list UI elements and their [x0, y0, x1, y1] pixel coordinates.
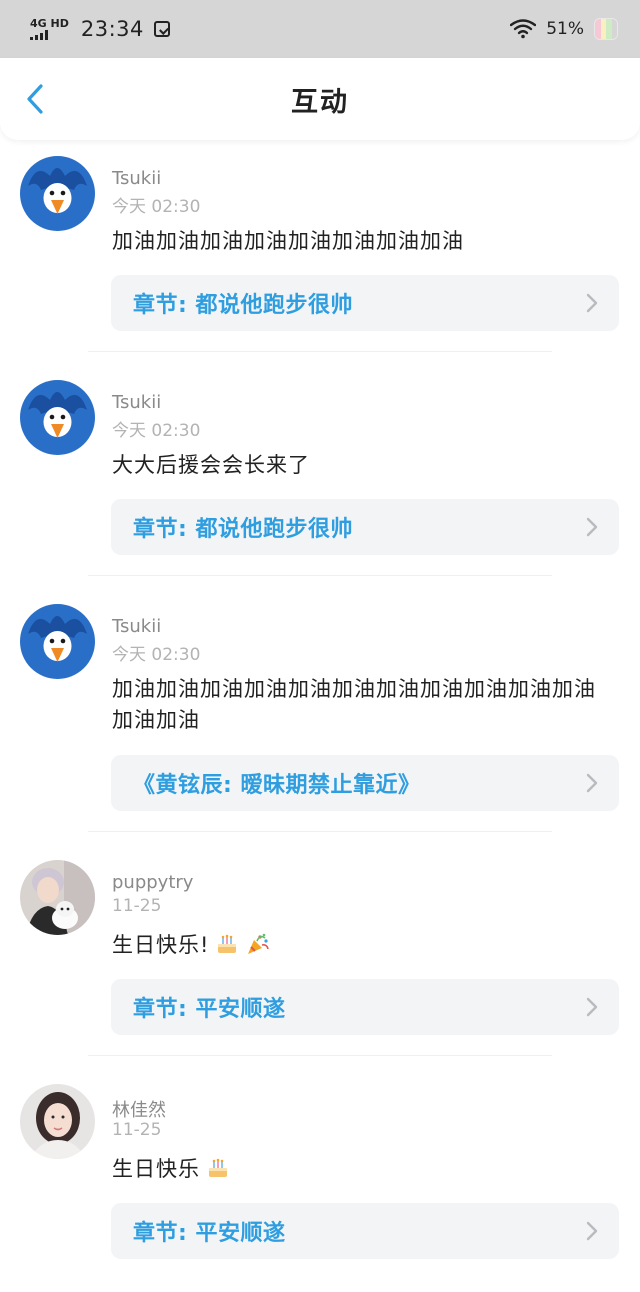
comment-text: 加油加油加油加油加油加油加油加油	[112, 229, 464, 253]
list-item: 林佳然 11-25 生日快乐 章节: 平安顺遂	[0, 1068, 640, 1292]
chevron-right-icon	[585, 996, 599, 1018]
chapter-reference-label: 章节: 都说他跑步很帅	[133, 517, 353, 542]
interaction-feed: Tsukii 今天 02:30 加油加油加油加油加油加油加油加油 章节: 都说他…	[0, 140, 640, 1292]
wifi-icon	[510, 19, 537, 39]
chapter-reference-label: 章节: 平安顺遂	[133, 997, 286, 1022]
status-bar-right: 51%	[510, 18, 618, 40]
chapter-reference-label: 章节: 平安顺遂	[133, 1221, 286, 1246]
list-item: Tsukii 今天 02:30 加油加油加油加油加油加油加油加油加油加油加油加油…	[0, 588, 640, 844]
cake-emoji	[206, 1156, 230, 1189]
battery-icon	[594, 18, 618, 40]
timestamp: 今天 02:30	[112, 645, 201, 665]
divider	[88, 575, 552, 576]
person-portrait-avatar[interactable]	[20, 1084, 95, 1159]
header: 互动	[0, 58, 640, 140]
divider	[88, 831, 552, 832]
chevron-right-icon	[585, 1220, 599, 1242]
username[interactable]: 林佳然	[112, 1096, 166, 1122]
back-chevron-icon	[27, 84, 43, 114]
timestamp: 11-25	[112, 896, 162, 916]
network-label: 4G HD	[30, 17, 69, 30]
timestamp: 11-25	[112, 1120, 162, 1140]
list-item: Tsukii 今天 02:30 加油加油加油加油加油加油加油加油 章节: 都说他…	[0, 140, 640, 364]
novel-reference-label: 《黄铉辰: 暧昧期禁止靠近》	[133, 773, 421, 798]
back-button[interactable]	[18, 80, 52, 118]
list-item: puppytry 11-25 生日快乐! 章节: 平安顺遂	[0, 844, 640, 1068]
chapter-reference-link[interactable]: 章节: 都说他跑步很帅	[111, 499, 619, 555]
person-with-dog-avatar[interactable]	[20, 860, 95, 935]
username[interactable]: puppytry	[112, 872, 193, 893]
bird-avatar[interactable]	[20, 380, 95, 455]
novel-reference-link[interactable]: 《黄铉辰: 暧昧期禁止靠近》	[111, 755, 619, 811]
status-bar: 4G HD 23:34 51%	[0, 0, 640, 58]
party-popper-emoji	[245, 932, 271, 965]
chapter-reference-label: 章节: 都说他跑步很帅	[133, 293, 353, 318]
comment-body: 生日快乐!	[112, 933, 210, 957]
status-bar-left: 4G HD 23:34	[30, 17, 170, 41]
username[interactable]: Tsukii	[112, 616, 161, 637]
divider	[88, 1055, 552, 1056]
chapter-reference-link[interactable]: 章节: 平安顺遂	[111, 1203, 619, 1259]
chevron-right-icon	[585, 292, 599, 314]
chevron-right-icon	[585, 516, 599, 538]
divider	[88, 351, 552, 352]
bird-avatar[interactable]	[20, 156, 95, 231]
page-title: 互动	[291, 86, 349, 118]
comment-body: 生日快乐	[112, 1157, 200, 1181]
chevron-right-icon	[585, 772, 599, 794]
status-time: 23:34	[80, 17, 144, 41]
chapter-reference-link[interactable]: 章节: 都说他跑步很帅	[111, 275, 619, 331]
username[interactable]: Tsukii	[112, 168, 161, 189]
list-item: Tsukii 今天 02:30 大大后援会会长来了 章节: 都说他跑步很帅	[0, 364, 640, 588]
timestamp: 今天 02:30	[112, 421, 201, 441]
bird-avatar[interactable]	[20, 604, 95, 679]
timestamp: 今天 02:30	[112, 197, 201, 217]
comment-text: 加油加油加油加油加油加油加油加油加油加油加油加油加油	[112, 677, 596, 732]
signal-bars-icon	[30, 30, 48, 40]
comment-text: 生日快乐	[112, 1154, 612, 1189]
comment-text: 生日快乐!	[112, 930, 612, 965]
username[interactable]: Tsukii	[112, 392, 161, 413]
cake-emoji	[215, 932, 239, 965]
chapter-reference-link[interactable]: 章节: 平安顺遂	[111, 979, 619, 1035]
network-indicator: 4G HD	[30, 18, 69, 40]
comment-text: 大大后援会会长来了	[112, 453, 310, 477]
notification-status-icon	[153, 21, 170, 37]
battery-percent: 51%	[546, 19, 584, 39]
